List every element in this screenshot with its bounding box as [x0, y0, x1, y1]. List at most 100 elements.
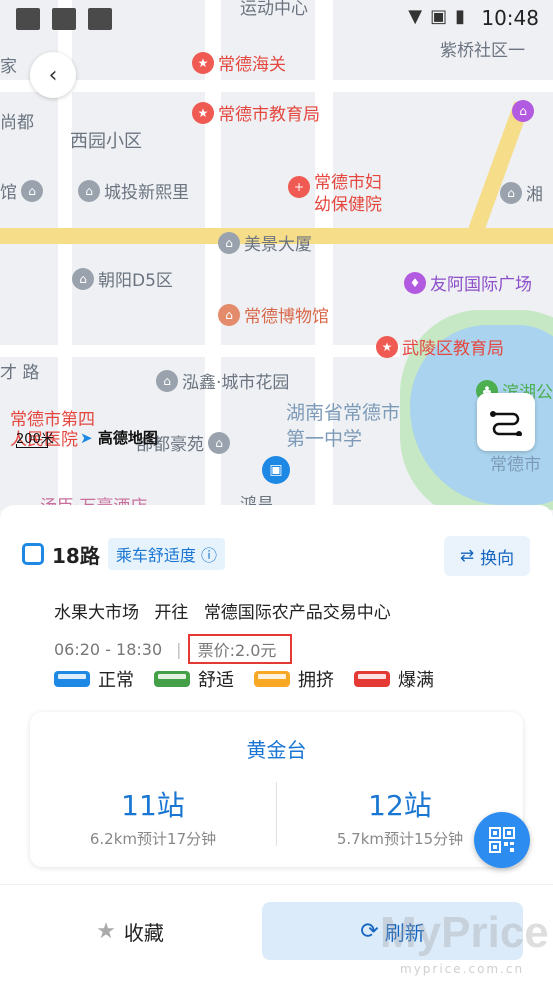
poi-label: 家	[0, 57, 17, 77]
back-button[interactable]: ‹	[30, 52, 76, 98]
legend-label: 舒适	[198, 670, 234, 691]
legend-item: 舒适	[154, 666, 234, 692]
road	[0, 80, 553, 92]
bed-icon: ⌂	[512, 100, 534, 122]
poi-label: 湖南省常德市第一中学	[286, 402, 401, 450]
hospital-icon: +	[288, 176, 310, 198]
poi-label: 武陵区教育局	[402, 339, 504, 359]
star-icon: ★	[96, 918, 116, 944]
poi-label: 尚都	[0, 113, 34, 133]
poi-meijing[interactable]: ⌂ 美景大厦	[218, 230, 312, 255]
main-road	[466, 101, 530, 239]
map-logo: ➤ 高德地图	[80, 427, 158, 448]
map-logo-label: 高德地图	[97, 429, 158, 447]
fare-price: 票价:2.0元	[187, 634, 293, 664]
poi-fuyou[interactable]: + 常德市妇幼保健院	[288, 172, 394, 216]
poi-label: 朝阳D5区	[98, 271, 173, 291]
poi-haiguan[interactable]: ★ 常德海关	[192, 50, 286, 75]
comfort-tag[interactable]: 乘车舒适度 ⓘ	[107, 538, 225, 570]
line-name: 18路	[52, 543, 100, 568]
road	[0, 345, 400, 357]
poi-xiang[interactable]: ⌂ 湘	[500, 180, 543, 205]
favorite-label: 收藏	[123, 920, 164, 945]
museum-icon: ⌂	[218, 303, 240, 326]
star-icon: ★	[192, 51, 214, 74]
eta-text: 6.2km预计17分钟	[89, 830, 217, 848]
poi-label: 紫桥社区一	[440, 41, 525, 61]
home-icon: ⌂	[72, 267, 94, 290]
bus-icon	[354, 671, 390, 687]
bus-stop-icon[interactable]: ▣	[262, 456, 290, 484]
line-meta: 06:20 - 18:30 | 票价:2.0元	[54, 634, 293, 664]
watermark: MyPrice	[380, 908, 549, 957]
switch-direction-button[interactable]: ⇄ 换向	[444, 536, 530, 576]
poi-hongxin[interactable]: ⌂ 泓鑫·城市花园	[156, 368, 289, 393]
navigation-icon: ➤	[80, 429, 93, 447]
poi-label: 馆	[0, 183, 17, 203]
signal-icons: ▼▣▮	[408, 6, 473, 27]
poi-label: 泓鑫·城市花园	[182, 373, 290, 393]
scale-bar	[16, 444, 48, 448]
stop-count: 11站	[121, 789, 185, 822]
legend-label: 正常	[98, 670, 134, 691]
poi-guan[interactable]: 馆 ⌂	[0, 178, 43, 203]
poi-label: 美景大厦	[244, 235, 312, 255]
poi-jiaoyuju[interactable]: ★ 常德市教育局	[192, 100, 320, 125]
poi-hotel[interactable]: ⌂	[512, 100, 534, 122]
poi-label: 友阿国际广场	[430, 275, 532, 295]
poi-label: 西园小区	[70, 131, 142, 152]
map-view[interactable]: ▼▣▮ 10:48 运动中心 家 ★ 常德海关 紫桥社区一 尚都 ★ 常德市教育…	[0, 0, 553, 510]
route-from: 水果大市场	[54, 603, 139, 623]
refresh-icon: ⟳	[360, 918, 379, 944]
route-toggle-button[interactable]	[477, 393, 535, 451]
station-card[interactable]: 黄金台 11站 6.2km预计17分钟 12站 5.7km预计15分钟	[30, 712, 523, 867]
bus-icon	[154, 671, 190, 687]
legend-item: 爆满	[354, 666, 434, 692]
favorite-button[interactable]: ★ 收藏	[30, 902, 230, 960]
home-icon: ⌂	[21, 179, 43, 202]
shopping-icon: ♦	[404, 271, 426, 294]
poi-youa[interactable]: ♦ 友阿国际广场	[404, 270, 532, 295]
swap-icon: ⇄	[459, 546, 475, 566]
legend-item: 拥挤	[254, 666, 334, 692]
legend-item: 正常	[54, 666, 134, 692]
poi-label: 常德海关	[218, 55, 286, 75]
crowd-legend: 正常 舒适 拥挤 爆满	[54, 666, 434, 692]
legend-label: 爆满	[398, 670, 434, 691]
poi-label: 湘	[526, 185, 543, 205]
switch-direction-label: 换向	[480, 548, 515, 569]
legend-label: 拥挤	[298, 670, 334, 691]
status-time: 10:48	[481, 6, 539, 30]
poi-chengtou[interactable]: ⌂ 城投新熙里	[78, 178, 189, 203]
route-summary: 水果大市场 开往 常德国际农产品交易中心	[54, 598, 401, 623]
poi-chaoyang[interactable]: ⌂ 朝阳D5区	[72, 266, 173, 291]
poi-bowuguan[interactable]: ⌂ 常德博物馆	[218, 302, 329, 327]
notification-icon	[16, 8, 40, 30]
service-hours: 06:20 - 18:30	[54, 639, 163, 659]
poi-label: 才 路	[0, 363, 40, 383]
help-icon: ⓘ	[200, 546, 217, 565]
home-icon: ⌂	[218, 231, 240, 254]
line-header: 18路 乘车舒适度 ⓘ	[22, 538, 225, 570]
direction-left[interactable]: 11站 6.2km预计17分钟	[30, 784, 276, 849]
qr-code-button[interactable]	[474, 812, 530, 868]
watermark-sub: myprice.com.cn	[400, 962, 525, 976]
station-name: 黄金台	[246, 738, 307, 762]
home-icon: ⌂	[208, 431, 230, 454]
notification-icon	[52, 8, 76, 30]
poi-label: 常德市妇幼保健院	[314, 173, 382, 215]
bus-icon	[254, 671, 290, 687]
chevron-left-icon: ‹	[48, 62, 58, 88]
comfort-label: 乘车舒适度	[115, 546, 196, 565]
meta-divider: |	[176, 639, 182, 659]
qr-code-icon	[489, 827, 515, 853]
home-icon: ⌂	[500, 181, 522, 204]
home-icon: ⌂	[156, 369, 178, 392]
poi-wuling[interactable]: ★ 武陵区教育局	[376, 334, 504, 359]
home-icon: ⌂	[78, 179, 100, 202]
poi-label: 城投新熙里	[104, 183, 189, 203]
poi-label: 运动中心	[240, 0, 308, 19]
route-icon	[490, 411, 522, 436]
poi-label: 常德市教育局	[218, 105, 320, 125]
poi-label: 常德市	[490, 455, 541, 475]
